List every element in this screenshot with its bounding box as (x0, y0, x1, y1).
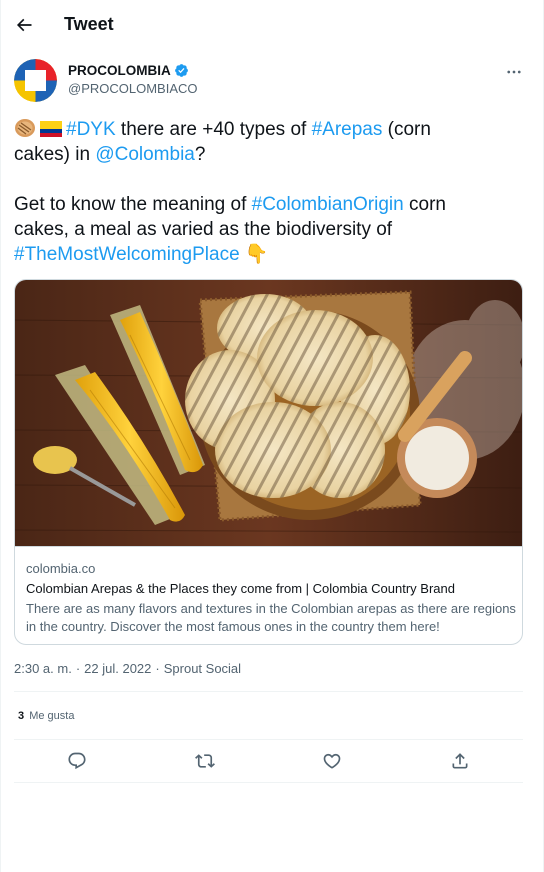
tweet-line: #TheMostWelcomingPlace 👇 (14, 242, 524, 267)
tweet-source[interactable]: Sprout Social (164, 661, 241, 676)
author-name-label: PROCOLOMBIA (68, 63, 171, 78)
tweet-metadata: 2:30 a. m. · 22 jul. 2022 · Sprout Socia… (14, 661, 241, 676)
text-segment: Get to know the meaning of (14, 194, 252, 215)
tweet-line: cakes, a meal as varied as the biodivers… (14, 217, 524, 242)
text-segment: cakes) in (14, 144, 96, 165)
card-domain: colombia.co (26, 561, 96, 576)
text-segment: there are +40 types of (115, 119, 312, 140)
like-icon (323, 753, 341, 769)
divider (14, 782, 523, 783)
page-title: Tweet (64, 14, 114, 34)
card-title: Colombian Arepas & the Places they come … (26, 581, 455, 596)
avatar[interactable] (14, 59, 57, 102)
mention-colombia[interactable]: @Colombia (95, 144, 195, 165)
procolombia-logo (14, 59, 57, 102)
tweet-text: #DYK there are +40 types of #Arepas (cor… (14, 117, 524, 267)
tweet-page: Tweet PROCOLOMBIA @PROCOLOMBIACO #DYK th… (0, 0, 544, 872)
tweet-line: #DYK there are +40 types of #Arepas (cor… (14, 117, 524, 142)
pointing-down-emoji: 👇 (244, 244, 269, 265)
tweet-date[interactable]: 22 jul. 2022 (84, 661, 151, 676)
back-button[interactable] (7, 8, 41, 42)
more-button[interactable] (501, 61, 527, 83)
text-segment: (corn (382, 119, 431, 140)
hashtag-colombianorigin[interactable]: #ColombianOrigin (252, 194, 404, 215)
like-button[interactable] (319, 748, 345, 774)
retweet-button[interactable] (192, 748, 218, 774)
tweet-time[interactable]: 2:30 a. m. (14, 661, 72, 676)
text-segment: ? (194, 144, 206, 165)
author-handle[interactable]: @PROCOLOMBIACO (68, 81, 198, 96)
tweet-line: Get to know the meaning of #ColombianOri… (14, 192, 524, 217)
colombia-flag-icon (40, 121, 62, 137)
arepas-photo (15, 280, 522, 546)
author-name[interactable]: PROCOLOMBIA (68, 63, 189, 78)
retweet-icon (195, 754, 215, 768)
likes-label: Me gusta (29, 710, 75, 722)
card-description: There are as many flavors and textures i… (26, 601, 516, 634)
top-bar: Tweet (1, 0, 543, 50)
share-icon (452, 753, 468, 769)
more-icon (507, 70, 521, 74)
separator: · (75, 661, 81, 676)
likes-count: 3 (18, 710, 25, 722)
separator: · (155, 661, 160, 676)
link-card[interactable]: colombia.co Colombian Arepas & the Place… (14, 279, 523, 645)
reply-button[interactable] (64, 748, 90, 774)
back-arrow-icon (16, 18, 32, 32)
hashtag-arepas[interactable]: #Arepas (312, 119, 383, 140)
arepa-emoji-icon (15, 119, 35, 137)
text-segment: cakes, a meal as varied as the biodivers… (14, 219, 393, 240)
tweet-line: cakes) in @Colombia? (14, 142, 524, 167)
likes-stat[interactable]: 3 Me gusta (18, 710, 74, 722)
text-segment: corn (403, 194, 446, 215)
card-meta: colombia.co Colombian Arepas & the Place… (15, 546, 522, 644)
reply-icon (68, 752, 86, 770)
verified-badge-icon (174, 64, 188, 77)
divider (14, 691, 523, 692)
hashtag-themostwelcomingplace[interactable]: #TheMostWelcomingPlace (14, 244, 240, 265)
hashtag-dyk[interactable]: #DYK (66, 119, 116, 140)
share-button[interactable] (447, 748, 473, 774)
action-bar (1, 740, 543, 782)
